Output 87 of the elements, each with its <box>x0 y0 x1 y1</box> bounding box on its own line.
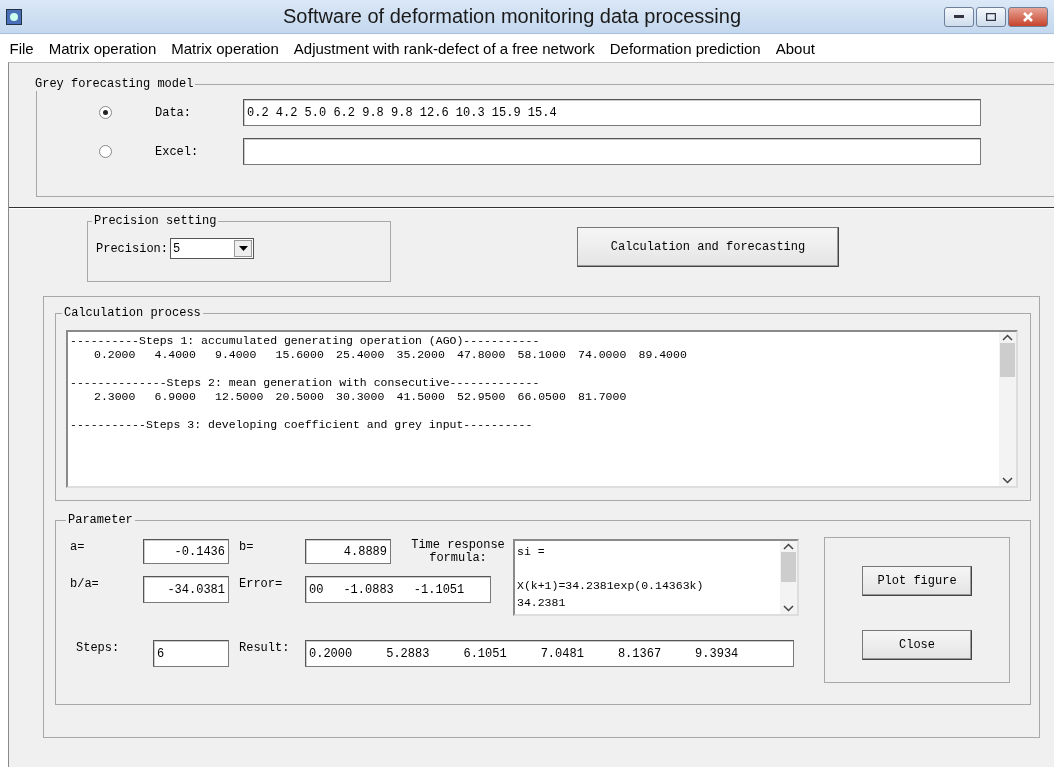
formula-line: X(k+1)=34.2381exp(0.14363k) <box>517 578 704 594</box>
value-text: 58.1000 <box>517 348 567 362</box>
value-text: 00 <box>309 582 324 597</box>
value-text: 15.6000 <box>275 348 325 362</box>
app-icon <box>6 8 22 25</box>
formula-text-area[interactable]: si = X(k+1)=34.2381exp(0.14363k) 34.2381 <box>513 539 799 616</box>
value-text: 4.4000 <box>154 348 197 362</box>
scroll-up-icon[interactable] <box>783 543 794 550</box>
value-text: 9.3934 <box>695 646 739 661</box>
close-button[interactable] <box>1008 6 1048 27</box>
scrollbar[interactable] <box>780 541 797 614</box>
radio-button[interactable] <box>99 145 112 158</box>
scrollbar-thumb[interactable] <box>1000 343 1015 377</box>
input-field[interactable]: -34.0381 <box>143 576 229 603</box>
value-text: 81.7000 <box>578 390 628 404</box>
minimize-icon <box>954 14 964 19</box>
scroll-up-icon[interactable] <box>1002 334 1013 341</box>
scroll-down-icon[interactable] <box>783 605 794 612</box>
value-text: 0.2000 <box>309 646 353 661</box>
formula-line: si = <box>517 544 545 560</box>
close-icon <box>1023 11 1033 22</box>
field-label: Error= <box>238 576 284 591</box>
scrollbar[interactable] <box>999 332 1016 486</box>
formula-line: 34.2381 <box>517 595 566 611</box>
value-text: 30.3000 <box>336 390 386 404</box>
menu-item[interactable]: File <box>2 39 42 57</box>
precision-dropdown[interactable]: 5 <box>170 238 254 259</box>
value-text: 52.9500 <box>457 390 507 404</box>
value-text: 89.4000 <box>638 348 688 362</box>
field-label: Excel: <box>155 144 200 159</box>
value-text: 2.3000 <box>94 390 137 404</box>
value-text: 20.5000 <box>275 390 325 404</box>
menu-item[interactable]: Adjustment with rank-defect of a free network <box>286 39 603 57</box>
group-title: Grey forecasting model <box>34 77 195 91</box>
field-label: Precision: <box>96 241 168 256</box>
scrollbar-thumb[interactable] <box>781 552 796 582</box>
value-text: -1.0883 <box>343 582 394 597</box>
menu-item[interactable]: About <box>768 39 823 57</box>
value-text: 47.8000 <box>457 348 507 362</box>
window-title: Software of deformation monitoring data processing <box>282 5 742 28</box>
minimize-button[interactable] <box>944 6 974 27</box>
value-text: 9.4000 <box>215 348 258 362</box>
input-field[interactable]: 6 <box>153 640 229 667</box>
group-title: Precision setting <box>93 214 218 228</box>
step-heading: ----------Steps 1: accumulated generating operation (AGO)----------- <box>70 334 541 348</box>
dropdown-arrow-icon <box>238 246 248 251</box>
input-field[interactable]: 00 -1.0883 -1.1051 <box>305 576 491 603</box>
value-text: 74.0000 <box>578 348 628 362</box>
value-text: 35.2000 <box>396 348 446 362</box>
value-text: 0.2000 <box>94 348 137 362</box>
dialog-button[interactable]: Plot figure <box>862 566 972 596</box>
menu-item[interactable]: Matrix operation <box>163 39 287 57</box>
field-label: b/a= <box>70 576 100 591</box>
output-text-area[interactable] <box>66 330 1018 488</box>
input-field[interactable]: 4.8889 <box>305 539 391 564</box>
step-heading: -----------Steps 3: developing coefficient and grey input---------- <box>70 418 534 432</box>
input-field[interactable]: -0.1436 <box>143 539 229 564</box>
field-label: Time response formula: <box>410 539 506 565</box>
input-field[interactable]: 0.2000 5.2883 6.1051 7.0481 8.1367 9.3934 <box>305 640 794 667</box>
menu-item[interactable]: Deformation prediction <box>602 39 769 57</box>
dialog-button[interactable]: Close <box>862 630 972 660</box>
value-text: 5.2883 <box>386 646 430 661</box>
calculate-button[interactable]: Calculation and forecasting <box>577 227 839 267</box>
scroll-down-icon[interactable] <box>1002 477 1013 484</box>
value-text: 12.5000 <box>215 390 265 404</box>
value-text: 66.0500 <box>517 390 567 404</box>
value-text: 8.1367 <box>617 646 662 661</box>
value-text: 7.0481 <box>540 646 584 661</box>
input-field[interactable] <box>243 138 981 165</box>
field-label: a= <box>70 539 86 554</box>
value-text: 6.1051 <box>463 646 507 661</box>
step-heading: --------------Steps 2: mean generation with consecutive------------- <box>70 376 541 390</box>
maximize-icon <box>986 12 996 21</box>
value-text: 6.9000 <box>154 390 197 404</box>
menu-item[interactable]: Matrix operation <box>41 39 164 57</box>
value-text: 41.5000 <box>396 390 446 404</box>
radio-button[interactable] <box>99 106 112 119</box>
maximize-button[interactable] <box>976 6 1006 27</box>
group-title: Parameter <box>67 513 134 527</box>
field-label: Result: <box>238 640 291 655</box>
value-text: 25.4000 <box>336 348 386 362</box>
value-text: -1.1051 <box>413 582 465 597</box>
group-title: Calculation process <box>63 306 202 320</box>
field-label: b= <box>238 539 255 554</box>
field-label: Steps: <box>75 640 121 655</box>
input-field[interactable]: 0.2 4.2 5.0 6.2 9.8 9.8 12.6 10.3 15.9 15.4 <box>243 99 981 126</box>
field-label: Data: <box>155 105 192 120</box>
